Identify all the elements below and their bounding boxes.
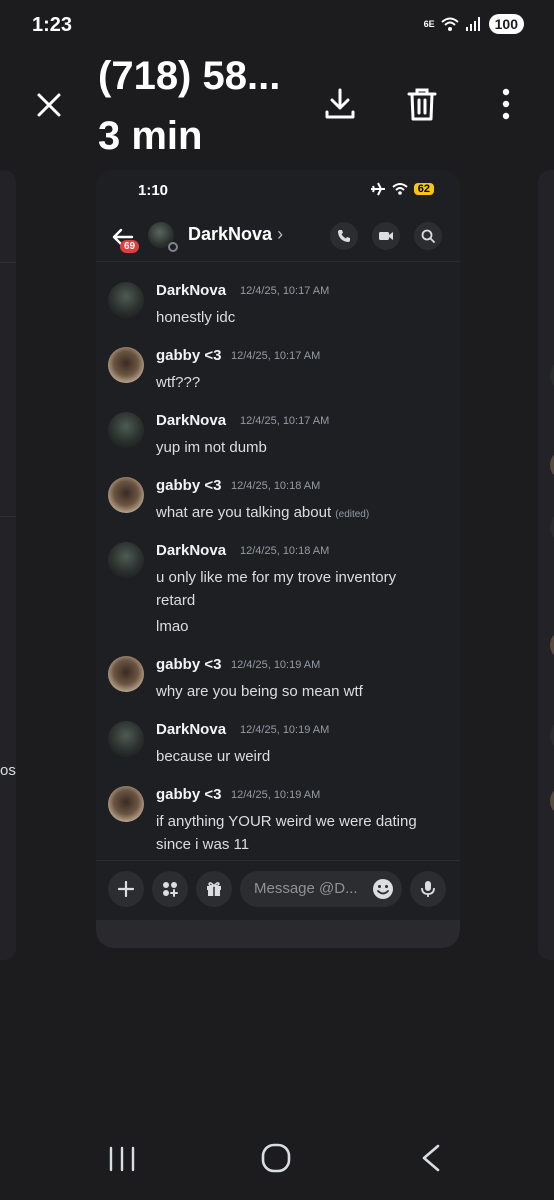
message-timestamp: 12/4/25, 10:17 AM [231, 350, 321, 362]
message-timestamp: 12/4/25, 10:19 AM [231, 789, 321, 801]
status-indicator [168, 242, 178, 252]
more-options-icon[interactable] [496, 86, 516, 122]
message-timestamp: 12/4/25, 10:18 AM [240, 545, 330, 557]
avatar [550, 786, 554, 816]
message-text: what are you talking about (edited) [156, 501, 446, 526]
avatar [550, 720, 554, 750]
message-text: u only like me for my trove inventory [156, 569, 397, 586]
emoji-icon[interactable] [372, 878, 394, 900]
avatar [550, 512, 554, 542]
avatar[interactable] [108, 347, 144, 383]
message-line: what are you talking about [156, 504, 332, 521]
divider [0, 516, 16, 517]
wifi-icon [440, 17, 459, 31]
gift-icon [207, 882, 221, 896]
status-time: 1:23 [32, 14, 73, 36]
video-call-button[interactable] [372, 222, 400, 250]
message-text: honestly idc [156, 309, 236, 326]
close-icon[interactable] [34, 90, 64, 120]
wifi-icon [392, 183, 408, 195]
back-icon[interactable] [420, 1144, 442, 1172]
avatar[interactable] [108, 786, 144, 822]
video-camera-icon [379, 232, 393, 240]
message-text: retard [156, 592, 196, 609]
message-text: because ur weird [156, 748, 271, 765]
discord-chat: 1:10 62 69 DarkNova › DarkNova 12/4/25, … [96, 170, 460, 860]
trash-icon[interactable] [404, 86, 440, 122]
recent-apps-icon[interactable] [108, 1146, 136, 1172]
voice-call-button[interactable] [330, 222, 358, 250]
avatar [550, 360, 554, 390]
message-author[interactable]: gabby <3 [156, 786, 221, 803]
message-timestamp: 12/4/25, 10:18 AM [231, 480, 321, 492]
message-author[interactable]: gabby <3 [156, 347, 221, 364]
voice-message-button[interactable] [410, 871, 446, 907]
message-text: yup im not dumb [156, 439, 267, 456]
message-text: if anything YOUR weird we were dating [156, 813, 417, 830]
download-icon[interactable] [322, 86, 358, 122]
channel-name-label: DarkNova [188, 224, 273, 244]
add-attachment-button[interactable] [108, 871, 144, 907]
airplane-icon [370, 182, 385, 196]
message-author[interactable]: DarkNova [156, 282, 226, 299]
phone-icon [338, 230, 350, 242]
avatar[interactable] [108, 477, 144, 513]
divider [0, 262, 16, 263]
message-text: since i was 11 [156, 836, 250, 853]
viewer-subtitle: 3 min [98, 114, 203, 158]
screenshot-preview: 1:10 62 69 DarkNova › DarkNova 12/4/25, … [96, 170, 460, 948]
message-timestamp: 12/4/25, 10:17 AM [240, 285, 330, 297]
message-text: lmao [156, 618, 189, 635]
message-text: why are you being so mean wtf [156, 683, 363, 700]
unread-badge: 69 [120, 240, 140, 253]
avatar[interactable] [108, 542, 144, 578]
inner-status-icons: 62 [370, 182, 434, 196]
chevron-right-icon: › [277, 224, 284, 244]
search-button[interactable] [414, 222, 442, 250]
plus-icon [118, 881, 134, 897]
edited-label: (edited) [335, 509, 370, 520]
avatar[interactable] [108, 721, 144, 757]
search-icon [421, 229, 435, 243]
message-timestamp: 12/4/25, 10:19 AM [231, 659, 321, 671]
status-icons: 6E 100 [424, 14, 524, 34]
message-author[interactable]: DarkNova [156, 721, 226, 738]
home-icon[interactable] [261, 1143, 291, 1173]
microphone-icon [421, 881, 435, 897]
apps-button[interactable] [152, 871, 188, 907]
message-input[interactable]: Message @D... [240, 871, 402, 907]
next-screenshot-preview[interactable] [538, 170, 554, 960]
apps-icon [163, 882, 178, 897]
message-timestamp: 12/4/25, 10:19 AM [240, 724, 330, 736]
message-composer: Message @D... [96, 860, 460, 920]
network-label: 6E [423, 19, 435, 29]
inner-battery-indicator: 62 [413, 183, 434, 195]
avatar[interactable] [108, 282, 144, 318]
message-author[interactable]: DarkNova [156, 412, 226, 429]
signal-icon [465, 17, 480, 31]
message-author[interactable]: gabby <3 [156, 656, 221, 673]
gift-button[interactable] [196, 871, 232, 907]
avatar[interactable] [108, 412, 144, 448]
avatar [550, 450, 554, 480]
message-author[interactable]: DarkNova [156, 542, 226, 559]
message-timestamp: 12/4/25, 10:17 AM [240, 415, 330, 427]
side-label-fragment: os [0, 762, 16, 779]
battery-indicator: 100 [488, 14, 524, 34]
inner-status-time: 1:10 [138, 182, 169, 199]
channel-name[interactable]: DarkNova › [188, 224, 283, 245]
message-input-placeholder: Message @D... [254, 880, 358, 897]
previous-screenshot-preview[interactable] [0, 170, 16, 960]
message-text: wtf??? [156, 374, 201, 391]
viewer-title: (718) 58... [98, 54, 281, 98]
avatar[interactable] [108, 656, 144, 692]
message-author[interactable]: gabby <3 [156, 477, 221, 494]
chat-header: 69 DarkNova › [96, 216, 460, 262]
avatar [550, 630, 554, 660]
